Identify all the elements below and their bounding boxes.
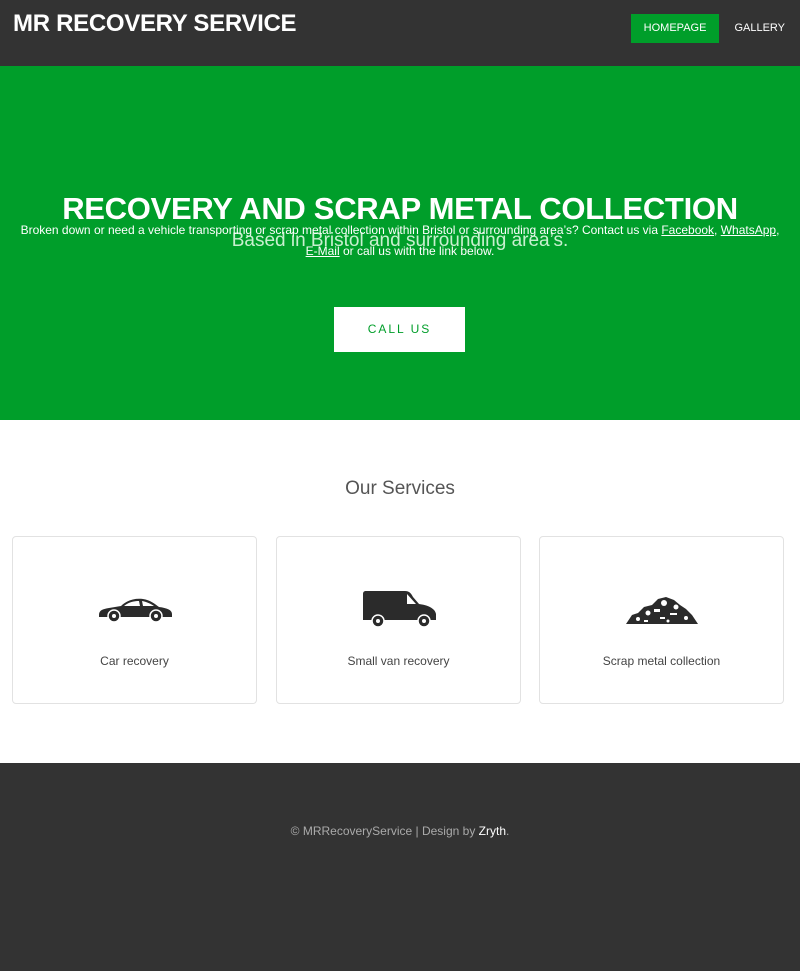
site-brand[interactable]: MR RECOVERY SERVICE (13, 10, 297, 38)
facebook-link[interactable]: Facebook (661, 223, 714, 237)
service-label: Scrap metal collection (602, 654, 721, 668)
main-nav: HOMEPAGE GALLERY (630, 14, 800, 43)
scrap-pile-icon (540, 589, 783, 629)
hero-blurb: Broken down or need a vehicle transporti… (0, 220, 800, 262)
hero-section: RECOVERY AND SCRAP METAL COLLECTION Base… (0, 66, 800, 420)
copyright-end: . (506, 824, 510, 838)
blurb-text-end: or call us with the link below. (339, 244, 495, 258)
nav-item-homepage[interactable]: HOMEPAGE (630, 14, 720, 43)
service-label: Small van recovery (347, 654, 450, 668)
site-header: MR RECOVERY SERVICE HOMEPAGE GALLERY (0, 0, 800, 66)
designer-link[interactable]: Zryth (479, 824, 506, 838)
van-icon (277, 589, 520, 629)
blurb-text-start: Broken down or need a vehicle transporti… (20, 223, 662, 237)
footer-copyright: © MRRecoveryService | Design by Zryth. (0, 824, 800, 838)
service-card-scrap-metal-collection: Scrap metal collection (539, 536, 784, 704)
call-us-button[interactable]: CALL US (334, 307, 465, 352)
service-card-car-recovery: Car recovery (12, 536, 257, 704)
nav-item-gallery[interactable]: GALLERY (720, 14, 800, 43)
whatsapp-link[interactable]: WhatsApp (721, 223, 776, 237)
car-icon (13, 589, 256, 629)
hero-title: RECOVERY AND SCRAP METAL COLLECTION (62, 191, 738, 226)
copyright-text: © MRRecoveryService | Design by (290, 824, 479, 838)
service-label: Car recovery (100, 654, 169, 668)
blurb-separator: , (776, 223, 780, 237)
blurb-separator: , (714, 223, 721, 237)
site-footer: © MRRecoveryService | Design by Zryth. (0, 763, 800, 971)
services-heading: Our Services (345, 478, 455, 499)
service-card-small-van-recovery: Small van recovery (276, 536, 521, 704)
services-section: Our Services Car recovery Small van reco… (0, 420, 800, 763)
email-link[interactable]: E-Mail (306, 244, 340, 258)
